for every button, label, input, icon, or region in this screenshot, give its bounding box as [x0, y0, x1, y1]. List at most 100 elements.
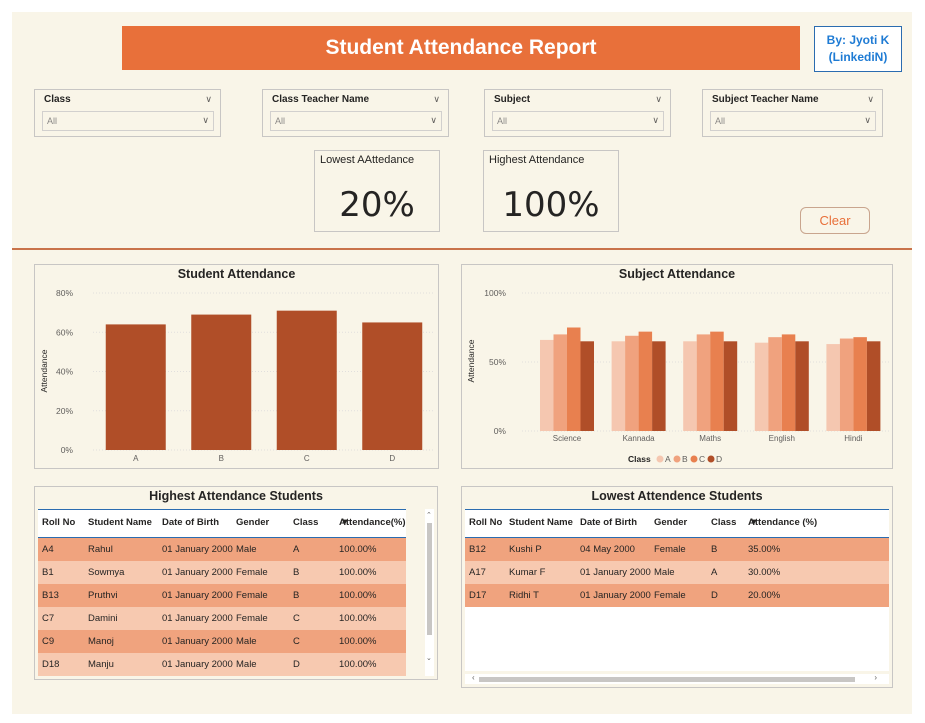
column-header[interactable]: Student Name	[88, 517, 152, 528]
student-attendance-chart: Student Attendance 0% 20% 40% 60% 80% Attenda…	[34, 264, 439, 469]
column-header[interactable]: Student Name	[509, 517, 573, 528]
chevron-down-icon[interactable]: ∨	[655, 94, 662, 105]
column-header[interactable]: Date of Birth	[580, 517, 637, 528]
table-row[interactable]: C9 Manoj 01 January 2000 Male C 100.00%	[38, 630, 406, 653]
slicer-class-teacher-value: All	[275, 116, 286, 126]
table-cell: 01 January 2000	[162, 613, 233, 624]
table-cell: A4	[42, 544, 54, 555]
table-cell: 01 January 2000	[162, 567, 233, 578]
x-tick-label: A	[133, 454, 139, 463]
table-row[interactable]: A17 Kumar F 01 January 2000 Male A 30.00%	[465, 561, 889, 584]
student-attendance-svg: 0% 20% 40% 60% 80% Attendance A B C D	[39, 288, 435, 463]
column-header[interactable]: Gender	[654, 517, 687, 528]
column-header[interactable]: Gender	[236, 517, 269, 528]
chevron-down-icon[interactable]: ∨	[867, 94, 874, 105]
highest-table-title: Highest Attendance Students	[149, 489, 323, 503]
table-cell: 01 January 2000	[162, 590, 233, 601]
column-header[interactable]: Roll No	[469, 517, 502, 528]
table-cell: 30.00%	[748, 567, 781, 578]
bar-hindi-c	[853, 337, 867, 431]
lowest-attendance-value: 20%	[339, 185, 415, 225]
y-tick-label: 0%	[61, 445, 74, 455]
highest-table-scrollbar[interactable]: ⌃ ⌄	[425, 509, 434, 676]
scroll-down-icon[interactable]: ⌄	[426, 654, 432, 662]
highest-attendance-table[interactable]: Roll No Student Name Date of Birth Gender Cl…	[38, 509, 406, 676]
legend-label: A	[665, 454, 671, 464]
table-cell: 35.00%	[748, 544, 781, 555]
slicer-class-dropdown[interactable]: All ∨	[42, 111, 214, 131]
author-box[interactable]: By: Jyoti K (LinkediN)	[814, 26, 902, 72]
chevron-down-icon[interactable]: ∨	[205, 94, 212, 105]
column-header[interactable]: Class	[711, 517, 736, 528]
chevron-down-icon[interactable]: ∨	[433, 94, 440, 105]
slicer-class-teacher[interactable]: Class Teacher Name ∨ All ∨	[262, 89, 449, 137]
bar-kannada-c	[638, 331, 653, 431]
slicer-class[interactable]: Class ∨ All ∨	[34, 89, 221, 137]
table-row[interactable]: A4 Rahul 01 January 2000 Male A 100.00%	[38, 538, 406, 561]
table-cell: A	[293, 544, 300, 555]
table-cell: 100.00%	[339, 636, 377, 647]
table-cell: C7	[42, 613, 55, 624]
table-row[interactable]: B12 Kushi P 04 May 2000 Female B 35.00%	[465, 538, 889, 561]
x-tick-label: D	[389, 454, 395, 463]
slicer-subject-value: All	[497, 116, 508, 126]
bar-hindi-b	[839, 338, 854, 431]
table-cell: Male	[236, 659, 257, 670]
slicer-subject-dropdown[interactable]: All ∨	[492, 111, 664, 131]
slicer-subject-teacher-dropdown[interactable]: All ∨	[710, 111, 876, 131]
slicer-subject[interactable]: Subject ∨ All ∨	[484, 89, 671, 137]
table-cell: 100.00%	[339, 659, 377, 670]
slicer-class-value: All	[47, 116, 58, 126]
chevron-down-icon: ∨	[202, 115, 209, 125]
table-row[interactable]: B1 Sowmya 01 January 2000 Female B 100.00%	[38, 561, 406, 584]
table-cell: Damini	[88, 613, 118, 624]
scroll-left-icon[interactable]: ‹	[472, 673, 475, 682]
bar-english-a	[754, 342, 769, 431]
column-header[interactable]: Date of Birth	[162, 517, 219, 528]
y-axis-label: Attendance	[466, 339, 476, 382]
slicer-subject-teacher-label: Subject Teacher Name	[712, 94, 819, 105]
bar-science-a	[540, 339, 554, 431]
slicer-class-teacher-dropdown[interactable]: All ∨	[270, 111, 442, 131]
table-row[interactable]: D18 Manju 01 January 2000 Male D 100.00%	[38, 653, 406, 676]
table-cell: D	[711, 590, 718, 601]
table-cell: A	[711, 567, 718, 578]
x-tick-label: Hindi	[844, 434, 862, 443]
table-cell: D	[293, 659, 300, 670]
lowest-table-hscrollbar[interactable]: ‹ ›	[465, 673, 889, 684]
column-header[interactable]: Class	[293, 517, 318, 528]
legend-label: B	[682, 454, 688, 464]
table-cell: B13	[42, 590, 59, 601]
subject-attendance-chart: Subject Attendance 0% 50% 100% Attendance Sc…	[461, 264, 893, 469]
scroll-up-icon[interactable]: ⌃	[426, 511, 432, 519]
table-row[interactable]: C7 Damini 01 January 2000 Female C 100.00%	[38, 607, 406, 630]
y-tick-label: 20%	[56, 406, 73, 416]
report-title-text: Student Attendance Report	[325, 36, 597, 59]
bar-english-b	[768, 337, 782, 431]
legend-label: C	[699, 454, 705, 464]
lowest-attendance-table[interactable]: Roll No Student Name Date of Birth Gender Cl…	[465, 509, 889, 671]
slicer-subject-teacher[interactable]: Subject Teacher Name ∨ All ∨	[702, 89, 883, 137]
table-cell: Female	[236, 590, 268, 601]
scroll-thumb[interactable]	[427, 523, 432, 635]
slicer-subject-label: Subject	[494, 94, 531, 105]
sort-desc-icon[interactable]: ▼	[340, 517, 349, 528]
author-name: By: Jyoti K	[826, 33, 890, 47]
lowest-table-title: Lowest Attendence Students	[591, 489, 763, 503]
table-cell: Pruthvi	[88, 590, 118, 601]
table-cell: 01 January 2000	[162, 636, 233, 647]
table-row[interactable]: D17 Ridhi T 01 January 2000 Female D 20.00%	[465, 584, 889, 607]
clear-button[interactable]: Clear	[800, 207, 870, 234]
table-row[interactable]: B13 Pruthvi 01 January 2000 Female B 100.00%	[38, 584, 406, 607]
table-cell: Male	[236, 636, 257, 647]
slicer-class-teacher-label: Class Teacher Name	[272, 94, 370, 105]
chevron-down-icon: ∨	[430, 115, 437, 125]
legend-marker	[707, 455, 715, 463]
scroll-right-icon[interactable]: ›	[874, 673, 877, 682]
highest-attendance-label: Highest Attendance	[489, 154, 585, 166]
scroll-thumb[interactable]	[479, 677, 855, 682]
table-header: Roll No Student Name Date of Birth Gender Cl…	[465, 510, 889, 538]
column-header[interactable]: Roll No	[42, 517, 75, 528]
bar-maths-c	[710, 331, 724, 431]
sort-desc-icon[interactable]: ▼	[749, 517, 758, 528]
